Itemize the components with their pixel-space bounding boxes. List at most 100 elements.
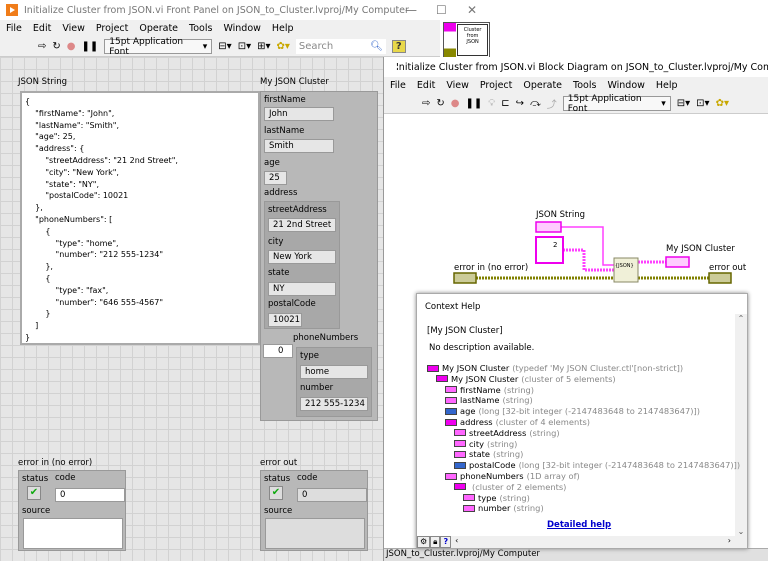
close-button[interactable]: ✕: [467, 3, 477, 17]
menu-window[interactable]: Window: [223, 23, 260, 34]
source-indicator: [265, 518, 365, 549]
context-help-window: Context Help ⌃ ⌄ [My JSON Cluster] No des…: [416, 293, 748, 549]
menu-tools[interactable]: Tools: [573, 80, 596, 91]
city-field[interactable]: New York: [268, 250, 336, 264]
tree-item-name: state: [469, 449, 491, 460]
my-json-cluster-terminal-label: My JSON Cluster: [666, 244, 735, 254]
search-input[interactable]: Search 🔍︎: [295, 39, 386, 54]
error-out-terminal[interactable]: [708, 272, 732, 284]
step-out-icon[interactable]: ⤴: [547, 96, 557, 111]
tree-item: My JSON Cluster (typedef 'My JSON Cluster…: [427, 363, 683, 373]
pause-icon[interactable]: ❚❚: [466, 98, 483, 109]
font-dropdown[interactable]: 15pt Application Font ▾: [562, 94, 671, 114]
state-field[interactable]: NY: [268, 282, 336, 296]
menu-view[interactable]: View: [62, 23, 85, 34]
align-icon[interactable]: ⊟▾: [677, 98, 690, 109]
cluster-constant-wire[interactable]: [563, 248, 614, 272]
menu-view[interactable]: View: [446, 80, 469, 91]
array-index-control[interactable]: 0: [263, 344, 293, 358]
tree-item-type: (string): [487, 438, 518, 449]
lastname-field[interactable]: Smith: [264, 139, 334, 153]
pause-icon[interactable]: ❚❚: [82, 41, 99, 52]
tree-item: My JSON Cluster (cluster of 5 elements): [436, 374, 616, 384]
step-into-icon[interactable]: ↪: [516, 98, 524, 109]
menu-window[interactable]: Window: [607, 80, 644, 91]
city-label: city: [268, 237, 284, 247]
json-string-terminal-label: JSON String: [535, 210, 585, 220]
menu-bar: File Edit View Project Operate Tools Window Hel…: [384, 77, 768, 94]
run-continuously-icon[interactable]: ↻: [52, 41, 60, 52]
step-over-icon[interactable]: ⤼: [530, 98, 541, 109]
menu-edit[interactable]: Edit: [33, 23, 51, 34]
tree-item-name: streetAddress: [469, 427, 527, 438]
run-arrow-icon[interactable]: ⇨: [38, 41, 46, 52]
error-out-cluster: status code ✔ 0 source: [260, 470, 368, 551]
menu-project[interactable]: Project: [96, 23, 129, 34]
tree-item: firstName (string): [445, 385, 534, 395]
abort-icon[interactable]: ●: [67, 41, 76, 52]
menu-help[interactable]: Help: [656, 80, 678, 91]
menu-operate[interactable]: Operate: [523, 80, 562, 91]
string-wire[interactable]: [561, 226, 614, 266]
menu-edit[interactable]: Edit: [417, 80, 435, 91]
show-optional-terminals-icon[interactable]: ⚙: [417, 536, 431, 548]
menu-file[interactable]: File: [6, 23, 22, 34]
tree-item: number (string): [463, 503, 544, 513]
postalcode-label: postalCode: [268, 299, 316, 309]
distribute-icon[interactable]: ⊡▾: [238, 41, 251, 52]
window-title: Initialize Cluster from JSON.vi Front Pa…: [24, 4, 409, 16]
code-field[interactable]: 0: [55, 488, 125, 502]
highlight-execution-icon[interactable]: 💡︎: [488, 98, 495, 109]
firstname-field[interactable]: John: [264, 107, 334, 121]
menu-project[interactable]: Project: [480, 80, 513, 91]
source-field[interactable]: [23, 518, 123, 549]
lock-icon[interactable]: 🔒︎: [430, 536, 441, 548]
menu-file[interactable]: File: [390, 80, 406, 91]
tree-item-name: type: [478, 492, 497, 503]
json-string-control[interactable]: { "firstName": "John", "lastName": "Smit…: [20, 91, 260, 345]
run-arrow-icon[interactable]: ⇨: [422, 98, 430, 109]
minimize-button[interactable]: —: [405, 3, 417, 17]
json-string-terminal[interactable]: [535, 221, 562, 233]
source-label: source: [264, 506, 293, 516]
detailed-help-link[interactable]: Detailed help: [547, 520, 611, 530]
tree-item-name: age: [460, 406, 476, 417]
vi-icon: Cluster from JSON: [443, 22, 490, 58]
type-label: type: [300, 351, 319, 361]
my-json-cluster-label: My JSON Cluster: [260, 77, 329, 87]
menu-operate[interactable]: Operate: [139, 23, 178, 34]
postalcode-field[interactable]: 10021: [268, 313, 302, 327]
menu-tools[interactable]: Tools: [189, 23, 212, 34]
vertical-scrollbar[interactable]: ⌃ ⌄: [735, 314, 747, 536]
status-checkmark-icon[interactable]: ✔: [27, 486, 41, 500]
maximize-button[interactable]: ☐: [436, 3, 447, 17]
menu-help[interactable]: Help: [272, 23, 294, 34]
retain-wire-values-icon[interactable]: ⊏: [501, 98, 509, 109]
error-in-terminal[interactable]: [453, 272, 477, 284]
align-icon[interactable]: ⊟▾: [218, 41, 231, 52]
streetaddress-field[interactable]: 21 2nd Street: [268, 218, 336, 232]
age-field[interactable]: 25: [264, 171, 287, 185]
help-bottom-toolbar: ⚙ 🔒︎ ? ‹ ›: [417, 536, 747, 548]
detailed-help-icon[interactable]: ?: [440, 536, 452, 548]
abort-icon[interactable]: ●: [451, 98, 460, 109]
reorder-icon[interactable]: ✿▾: [277, 41, 290, 52]
tree-item: state (string): [454, 449, 523, 459]
tree-item: phoneNumbers (1D array of): [445, 471, 580, 481]
font-dropdown[interactable]: 15pt Application Font ▾: [104, 37, 213, 57]
json-node[interactable]: [613, 257, 639, 283]
my-json-cluster-terminal[interactable]: [665, 256, 690, 268]
reorder-icon[interactable]: ✿▾: [716, 98, 729, 109]
distribute-icon[interactable]: ⊡▾: [696, 98, 709, 109]
run-continuously-icon[interactable]: ↻: [436, 98, 444, 109]
help-icon[interactable]: ?: [391, 40, 406, 53]
tree-item: age (long [32-bit integer (-2147483648 to…: [445, 406, 700, 416]
cluster-constant[interactable]: [535, 236, 564, 264]
resize-icon[interactable]: ⊞▾: [257, 41, 270, 52]
context-help-title: Context Help: [425, 302, 481, 312]
number-field[interactable]: 212 555-1234: [300, 397, 368, 411]
horizontal-scrollbar[interactable]: ‹ ›: [451, 536, 747, 548]
type-field[interactable]: home: [300, 365, 368, 379]
help-heading: [My JSON Cluster]: [427, 326, 503, 336]
array-type-icon: [445, 472, 457, 480]
